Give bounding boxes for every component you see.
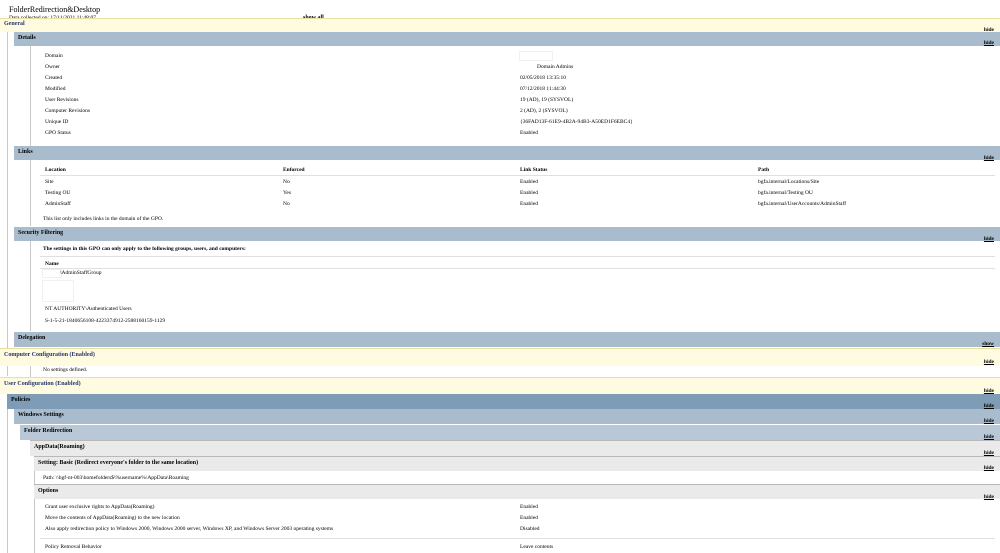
security-intro-divider	[40, 256, 995, 257]
detail-label: Owner	[45, 64, 60, 70]
links-cell: AdminStaff	[45, 201, 71, 207]
links-cell: Enabled	[520, 190, 539, 196]
section-general[interactable]: General hide	[0, 18, 1000, 33]
section-delegation-label: Delegation	[18, 335, 46, 341]
detail-value: 02/05/2018 13:35:10	[520, 75, 566, 81]
section-policies[interactable]: Policies hide	[7, 394, 1000, 409]
user-config-indent-line	[7, 394, 8, 553]
detail-label: Modified	[45, 86, 66, 92]
detail-value: Enabled	[520, 130, 539, 136]
details-hide-link[interactable]: hide	[984, 40, 994, 46]
links-cell: Testing OU	[45, 190, 71, 196]
detail-value: 19 (AD), 19 (SYSVOL)	[520, 97, 574, 103]
section-details-label: Details	[18, 35, 36, 41]
option-value: Enabled	[520, 515, 539, 521]
section-folder-redirection[interactable]: Folder Redirection hide	[20, 425, 1000, 440]
links-header-divider	[40, 175, 995, 176]
links-column-header: Enforced	[283, 167, 305, 173]
option-value: Disabled	[520, 526, 540, 532]
section-security-filtering[interactable]: Security Filtering hide	[14, 227, 1000, 242]
general-indent-line	[7, 32, 8, 376]
security-name-divider	[40, 268, 995, 269]
links-column-header: Path	[758, 167, 769, 173]
section-windows-settings[interactable]: Windows Settings hide	[14, 409, 1000, 424]
section-options[interactable]: Options hide	[34, 484, 1000, 500]
section-setting-basic[interactable]: Setting: Basic (Redirect everyone's fold…	[34, 456, 1000, 471]
domain-value-redacted	[519, 51, 553, 61]
links-cell: Enabled	[520, 201, 539, 207]
option-label: Move the contents of AppData(Roaming) to…	[45, 515, 180, 521]
links-column-header: Link Status	[520, 167, 548, 173]
section-folder-redirection-label: Folder Redirection	[24, 428, 73, 434]
security-intro-text: The settings in this GPO can only apply …	[43, 246, 246, 252]
policy-removal-label: Policy Removal Behavior	[45, 544, 102, 550]
links-note: This list only includes links in the dom…	[43, 216, 164, 222]
security-name-column-header: Name	[45, 261, 59, 267]
section-setting-basic-label: Setting: Basic (Redirect everyone's fold…	[38, 460, 199, 466]
section-links-label: Links	[18, 149, 33, 155]
links-column-header: Location	[45, 167, 66, 173]
links-cell: Enabled	[520, 179, 539, 185]
details-indent-line	[30, 46, 31, 146]
links-cell: bgfa.internal/UserAccounts/AdminStaff	[758, 201, 847, 207]
option-label: Also apply redirection policy to Windows…	[45, 526, 334, 532]
detail-label: Domain	[45, 53, 63, 59]
option-value: Enabled	[520, 504, 539, 510]
options-hide-link[interactable]: hide	[984, 494, 994, 500]
no-settings-text: No settings defined.	[43, 367, 88, 373]
section-delegation[interactable]: Delegation show	[14, 332, 1000, 347]
detail-label: Created	[45, 75, 63, 81]
policy-removal-value: Leave contents	[520, 544, 554, 550]
links-cell: bgfa.internal/Testing OU	[758, 190, 813, 196]
detail-label: Computer Revisions	[45, 108, 91, 114]
section-windows-settings-label: Windows Settings	[18, 412, 64, 418]
section-user-config-label: User Configuration (Enabled)	[4, 381, 81, 387]
security-item: NT AUTHORITY\Authenticated Users	[45, 306, 132, 312]
security-item: S-1-5-21-1840656108-4223374912-258816015…	[45, 318, 166, 324]
links-cell: Site	[45, 179, 54, 185]
section-general-label: General	[4, 21, 25, 27]
delegation-show-link[interactable]: show	[982, 341, 994, 347]
security-item-redacted	[42, 280, 74, 302]
security-name-redacted	[42, 269, 62, 278]
security-item: \AdminStaffGroup	[60, 270, 102, 276]
security-hide-link[interactable]: hide	[984, 236, 994, 242]
detail-value: 2 (AD), 2 (SYSVOL)	[520, 108, 568, 114]
detail-label: User Revisions	[45, 97, 79, 103]
windows-settings-hide-link[interactable]: hide	[984, 418, 994, 424]
section-user-configuration[interactable]: User Configuration (Enabled) hide	[0, 377, 1000, 394]
links-hide-link[interactable]: hide	[984, 155, 994, 161]
links-cell: No	[283, 179, 290, 185]
computer-config-hide-link[interactable]: hide	[984, 359, 994, 365]
option-label: Grant user exclusive rights to AppData(R…	[45, 504, 155, 510]
detail-label: GPO Status	[45, 130, 71, 136]
detail-value: {36FAD13F-61E9-4B2A-94B3-A50ED1F6EBC4}	[520, 119, 633, 125]
links-cell: bgfa.internal/Locations/Site	[758, 179, 820, 185]
section-details[interactable]: Details hide	[14, 32, 1000, 46]
detail-value: 07/12/2018 11:44:30	[520, 86, 566, 92]
section-security-label: Security Filtering	[18, 230, 64, 236]
section-appdata-roaming[interactable]: AppData(Roaming) hide	[30, 440, 1000, 456]
page-title: FolderRedirection&Desktop	[9, 5, 101, 14]
links-cell: Yes	[283, 190, 292, 196]
security-indent-line	[30, 241, 31, 331]
redirection-path: Path: \\bgf-nt-003\homefolders$\%usernam…	[43, 475, 189, 481]
detail-label: Unique ID	[45, 119, 69, 125]
detail-value: Domain Admins	[537, 64, 574, 70]
links-indent-line	[30, 160, 31, 226]
section-options-label: Options	[38, 488, 59, 494]
section-computer-configuration[interactable]: Computer Configuration (Enabled) hide	[0, 348, 1000, 366]
section-links[interactable]: Links hide	[14, 146, 1000, 161]
section-appdata-label: AppData(Roaming)	[34, 444, 85, 450]
options-divider	[40, 538, 995, 539]
setting-basic-hide-link[interactable]: hide	[984, 465, 994, 471]
section-computer-config-label: Computer Configuration (Enabled)	[4, 352, 95, 358]
section-policies-label: Policies	[11, 397, 31, 403]
links-cell: No	[283, 201, 290, 207]
